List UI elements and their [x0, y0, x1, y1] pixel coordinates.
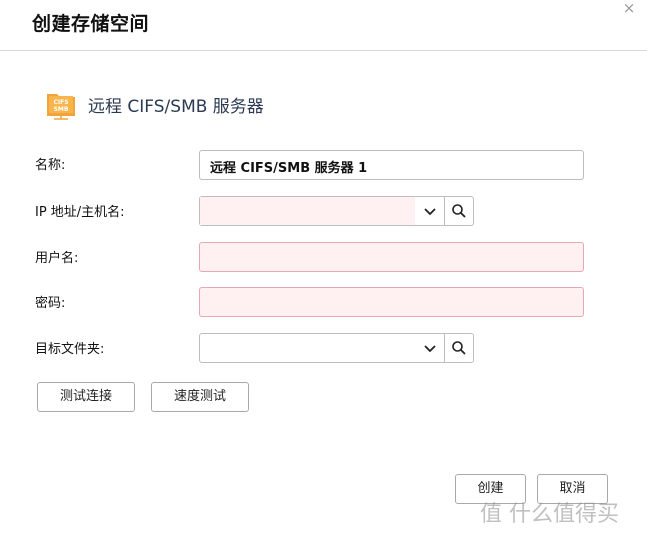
name-input-value: 远程 CIFS/SMB 服务器 1	[210, 161, 368, 176]
dialog-title: 创建存储空间	[32, 13, 150, 35]
host-input[interactable]	[200, 197, 415, 225]
password-label: 密码:	[35, 296, 66, 311]
username-label: 用户名:	[35, 251, 79, 266]
dialog-header: 创建存储空间 ×	[0, 0, 647, 51]
icon-text-top: CIFS	[53, 99, 68, 106]
search-icon[interactable]	[444, 197, 473, 225]
folder-input[interactable]	[200, 334, 415, 362]
name-input[interactable]: 远程 CIFS/SMB 服务器 1	[199, 150, 584, 180]
password-input[interactable]	[199, 287, 584, 317]
test-connection-button[interactable]: 测试连接	[37, 382, 135, 412]
host-combobox[interactable]	[199, 196, 474, 226]
host-label: IP 地址/主机名:	[35, 205, 125, 220]
search-icon[interactable]	[444, 334, 473, 362]
name-label: 名称:	[35, 158, 66, 173]
chevron-down-icon[interactable]	[416, 334, 444, 362]
server-title: 远程 CIFS/SMB 服务器	[88, 97, 264, 117]
cifs-smb-folder-icon: CIFS SMB	[47, 94, 75, 120]
close-icon[interactable]: ×	[620, 0, 638, 16]
chevron-down-icon[interactable]	[416, 197, 444, 225]
folder-combobox[interactable]	[199, 333, 474, 363]
watermark: 值 什么值得买	[480, 502, 619, 527]
speed-test-button[interactable]: 速度测试	[151, 382, 249, 412]
icon-text-bottom: SMB	[54, 106, 69, 113]
folder-label: 目标文件夹:	[35, 342, 105, 357]
username-input[interactable]	[199, 242, 584, 272]
